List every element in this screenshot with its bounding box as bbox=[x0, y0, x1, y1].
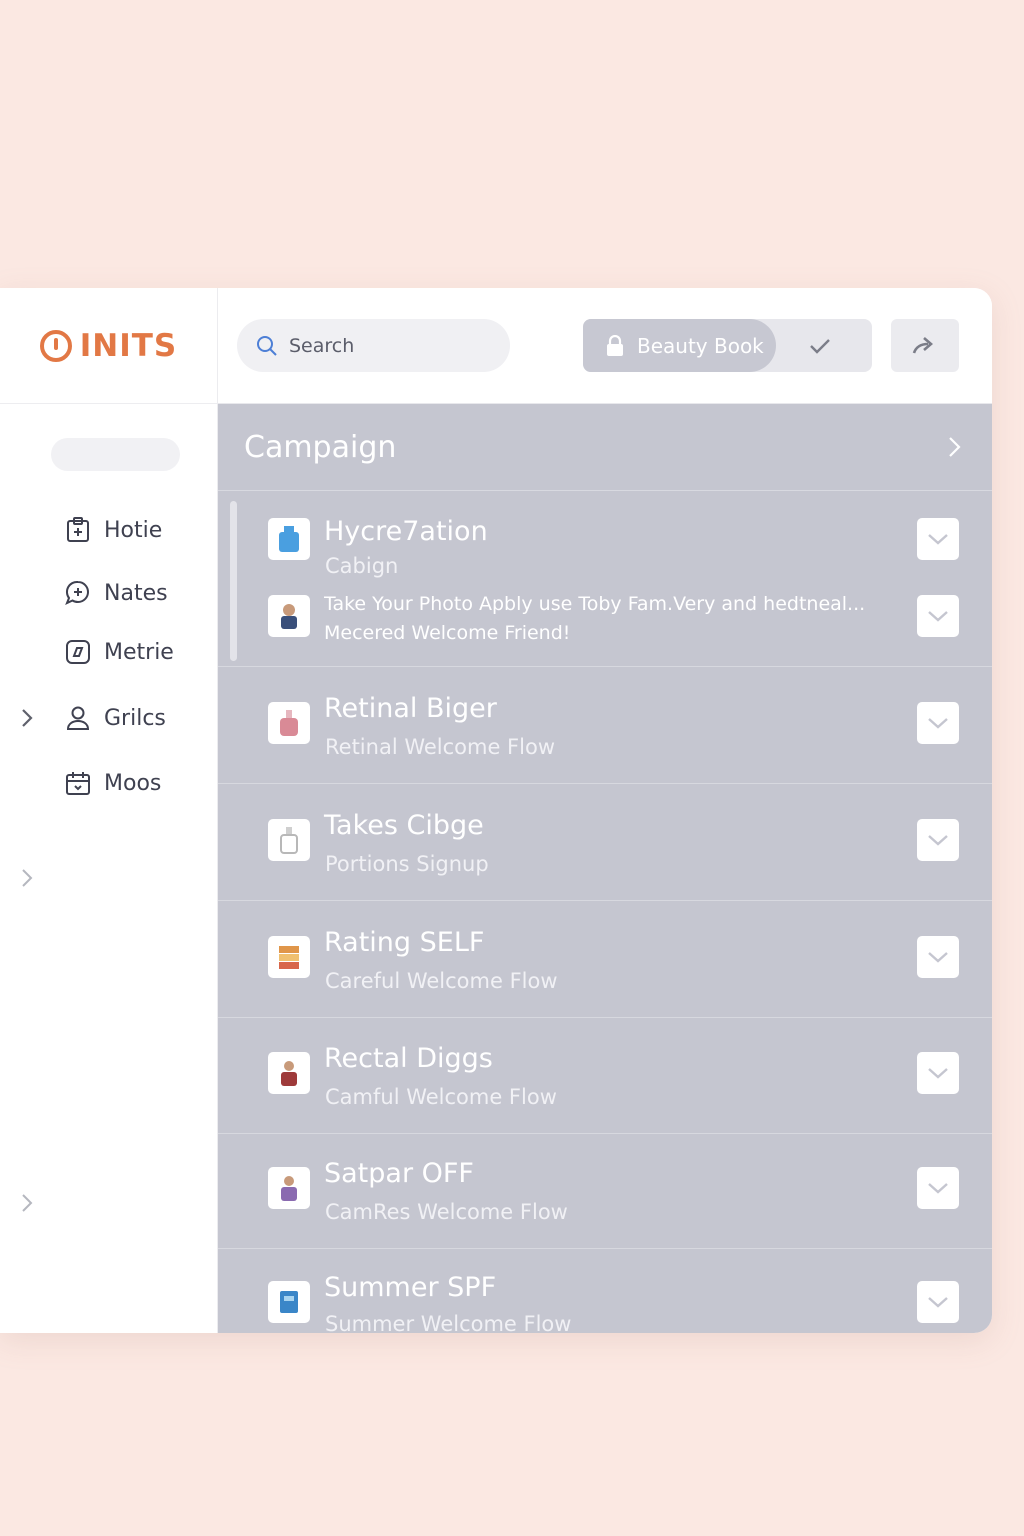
product-thumbnail bbox=[268, 1281, 310, 1323]
sidebar-item-label: Metrie bbox=[104, 639, 174, 665]
clipboard-icon bbox=[67, 517, 89, 542]
list-item[interactable]: Rectal Diggs Camful Welcome Flow bbox=[218, 1018, 992, 1134]
campaign-title: Hycre7ation bbox=[324, 516, 488, 547]
brand-logo-icon bbox=[39, 329, 72, 362]
search-input[interactable]: Search bbox=[237, 319, 510, 372]
sidebar-item-label: Grilcs bbox=[104, 705, 166, 731]
check-icon[interactable] bbox=[807, 333, 833, 359]
product-thumbnail bbox=[268, 819, 310, 861]
sidebar-item-label: Hotie bbox=[104, 517, 163, 543]
chevron-right-icon[interactable] bbox=[18, 1192, 36, 1214]
list-item[interactable]: Retinal Biger Retinal Welcome Flow bbox=[218, 667, 992, 784]
page-title: Campaign bbox=[244, 429, 397, 465]
product-thumbnail bbox=[268, 1167, 310, 1209]
campaign-subtitle: Careful Welcome Flow bbox=[325, 969, 558, 993]
bottle-icon bbox=[279, 526, 299, 552]
chevron-right-icon[interactable] bbox=[946, 434, 962, 460]
campaign-panel: Campaign Hycre7ation Cabign Take Your Ph… bbox=[218, 404, 992, 1333]
campaign-subtitle: Camful Welcome Flow bbox=[325, 1085, 557, 1109]
campaign-title: Takes Cibge bbox=[324, 810, 484, 841]
check-icon bbox=[928, 835, 948, 846]
product-thumbnail bbox=[268, 595, 310, 637]
campaign-subtitle: CamRes Welcome Flow bbox=[325, 1200, 568, 1224]
campaign-subtitle: Portions Signup bbox=[325, 852, 489, 876]
sidebar-item-metrie[interactable]: Metrie bbox=[64, 638, 174, 666]
list-item[interactable]: Takes Cibge Portions Signup bbox=[218, 784, 992, 901]
campaign-subtitle: Cabign bbox=[325, 554, 399, 578]
user-icon bbox=[66, 706, 90, 730]
sidebar-item-label: Moos bbox=[104, 770, 162, 796]
product-thumbnail bbox=[268, 518, 310, 560]
search-icon bbox=[257, 335, 277, 356]
check-icon bbox=[928, 718, 948, 729]
check-icon bbox=[928, 611, 948, 622]
sidebar-item-label: Nates bbox=[104, 580, 168, 606]
campaign-subtitle: Retinal Welcome Flow bbox=[325, 735, 555, 759]
row-checkbox[interactable] bbox=[917, 936, 959, 978]
calendar-icon bbox=[66, 772, 90, 795]
product-box-icon bbox=[280, 1291, 298, 1313]
check-icon bbox=[928, 1297, 948, 1308]
book-pill[interactable]: Beauty Book bbox=[583, 319, 776, 372]
row-checkbox[interactable] bbox=[917, 1052, 959, 1094]
campaign-title: Rectal Diggs bbox=[324, 1043, 493, 1074]
row-checkbox[interactable] bbox=[917, 702, 959, 744]
campaign-subtitle: Summer Welcome Flow bbox=[325, 1312, 572, 1333]
sidebar-item-moos[interactable]: Moos bbox=[64, 769, 161, 797]
app-window: INITS Hotie Nates Metrie Grilcs Moos Sea… bbox=[0, 288, 992, 1333]
frame-icon bbox=[66, 640, 90, 664]
bottle-icon bbox=[280, 710, 298, 736]
campaign-title: Retinal Biger bbox=[324, 693, 497, 724]
check-icon bbox=[928, 952, 948, 963]
search-placeholder: Search bbox=[289, 334, 355, 357]
campaign-title: Satpar OFF bbox=[324, 1158, 474, 1189]
list-item[interactable]: Hycre7ation Cabign Take Your Photo Apbly… bbox=[218, 492, 992, 667]
book-label: Beauty Book bbox=[637, 333, 764, 358]
chevron-right-icon[interactable] bbox=[18, 707, 36, 729]
brand-name: INITS bbox=[79, 327, 178, 364]
person-photo-icon bbox=[281, 1176, 297, 1201]
campaign-title: Summer SPF bbox=[324, 1272, 497, 1303]
campaign-description: Mecered Welcome Friend! bbox=[324, 622, 571, 644]
row-checkbox[interactable] bbox=[917, 819, 959, 861]
book-select[interactable]: Beauty Book bbox=[583, 319, 872, 372]
person-photo-icon bbox=[281, 1061, 297, 1086]
check-icon bbox=[928, 1068, 948, 1079]
check-icon bbox=[928, 1183, 948, 1194]
bottle-icon bbox=[280, 827, 298, 854]
brand-logo[interactable]: INITS bbox=[0, 288, 217, 404]
sidebar-item-nates[interactable]: Nates bbox=[64, 579, 168, 607]
share-button[interactable] bbox=[891, 319, 959, 372]
campaign-description: Take Your Photo Apbly use Toby Fam.Very … bbox=[324, 593, 866, 615]
row-checkbox[interactable] bbox=[917, 1167, 959, 1209]
row-checkbox[interactable] bbox=[917, 595, 959, 637]
sidebar: INITS Hotie Nates Metrie Grilcs Moos bbox=[0, 288, 218, 1333]
product-box-icon bbox=[279, 946, 299, 969]
product-thumbnail bbox=[268, 702, 310, 744]
sidebar-search-pill[interactable] bbox=[51, 438, 180, 471]
row-checkbox[interactable] bbox=[917, 518, 959, 560]
lock-icon bbox=[607, 334, 623, 356]
top-bar: Search Beauty Book bbox=[218, 288, 992, 404]
list-item[interactable]: Summer SPF Summer Welcome Flow bbox=[218, 1249, 992, 1333]
campaign-header[interactable]: Campaign bbox=[218, 404, 992, 491]
person-photo-icon bbox=[281, 604, 297, 629]
row-checkbox[interactable] bbox=[917, 1281, 959, 1323]
chat-bubble-icon bbox=[65, 580, 89, 605]
sidebar-item-hotie[interactable]: Hotie bbox=[64, 516, 162, 544]
product-thumbnail bbox=[268, 936, 310, 978]
chevron-right-icon[interactable] bbox=[18, 867, 36, 889]
sidebar-item-grilcs[interactable]: Grilcs bbox=[64, 704, 166, 732]
product-thumbnail bbox=[268, 1052, 310, 1094]
campaign-title: Rating SELF bbox=[324, 927, 485, 958]
share-arrow-icon bbox=[912, 336, 933, 353]
check-icon bbox=[928, 534, 948, 545]
list-item[interactable]: Rating SELF Careful Welcome Flow bbox=[218, 901, 992, 1018]
list-item[interactable]: Satpar OFF CamRes Welcome Flow bbox=[218, 1134, 992, 1249]
